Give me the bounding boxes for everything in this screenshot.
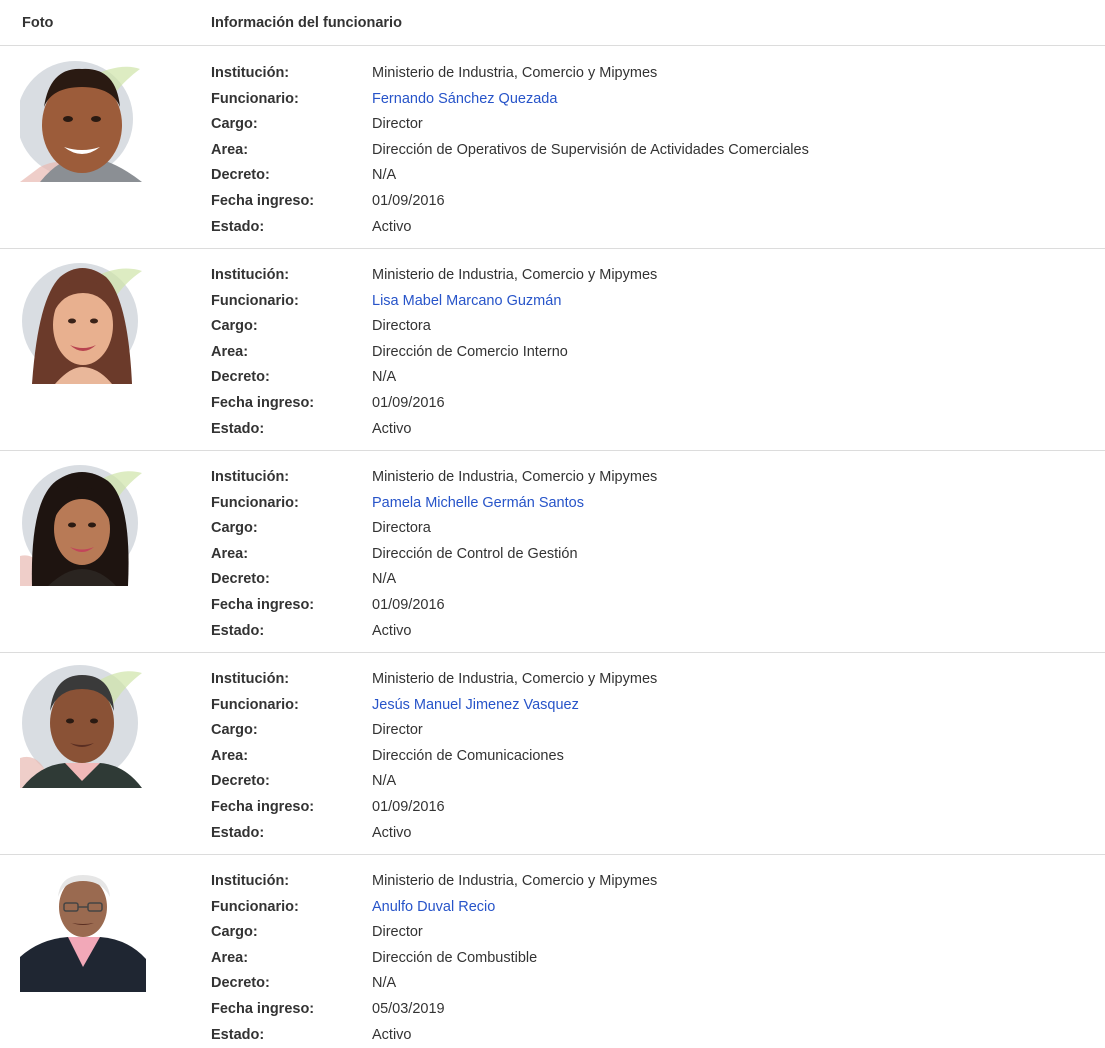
table-row: Institución: Ministerio de Industria, Com… (0, 855, 1105, 1048)
value-estado: Activo (372, 824, 412, 841)
value-area: Dirección de Comunicaciones (372, 747, 564, 764)
label-estado: Estado: (211, 218, 265, 235)
label-area: Area: (211, 747, 249, 764)
label-area: Area: (211, 949, 249, 966)
label-estado: Estado: (211, 420, 265, 437)
table-row: Institución: Ministerio de Industria, Com… (0, 249, 1105, 451)
label-cargo: Cargo: (211, 318, 258, 335)
value-estado: Activo (372, 1026, 412, 1043)
label-fecha-ingreso: Fecha ingreso: (211, 798, 315, 815)
value-decreto: N/A (372, 369, 397, 386)
label-funcionario: Funcionario: (211, 696, 299, 713)
value-estado: Activo (372, 420, 412, 437)
label-area: Area: (211, 141, 249, 158)
value-fecha-ingreso: 01/09/2016 (372, 596, 445, 613)
value-decreto: N/A (372, 975, 397, 992)
value-cargo: Director (372, 722, 423, 739)
label-institucion: Institución: (211, 267, 290, 283)
value-estado: Activo (372, 218, 412, 235)
label-decreto: Decreto: (211, 975, 270, 992)
column-header-foto: Foto (22, 15, 54, 31)
value-decreto: N/A (372, 167, 397, 184)
value-institucion: Ministerio de Industria, Comercio y Mipy… (372, 267, 658, 283)
table-header: Foto Información del funcionario (0, 0, 1105, 46)
value-cargo: Director (372, 116, 423, 133)
value-cargo: Directora (372, 318, 431, 335)
label-fecha-ingreso: Fecha ingreso: (211, 394, 315, 411)
table-row: Institución: Ministerio de Industria, Com… (0, 653, 1105, 855)
value-estado: Activo (372, 622, 412, 639)
label-estado: Estado: (211, 824, 265, 841)
official-name-link[interactable]: Fernando Sánchez Quezada (372, 87, 557, 113)
label-area: Area: (211, 343, 249, 360)
label-decreto: Decreto: (211, 167, 270, 184)
label-institucion: Institución: (211, 469, 290, 485)
value-area: Dirección de Control de Gestión (372, 545, 578, 562)
label-cargo: Cargo: (211, 722, 258, 739)
label-cargo: Cargo: (211, 924, 258, 941)
label-area: Area: (211, 545, 249, 562)
value-institucion: Ministerio de Industria, Comercio y Mipy… (372, 873, 658, 889)
value-fecha-ingreso: 01/09/2016 (372, 394, 445, 411)
official-name-link[interactable]: Lisa Mabel Marcano Guzmán (372, 289, 561, 315)
label-funcionario: Funcionario: (211, 292, 299, 309)
official-photo (20, 57, 146, 182)
official-photo (20, 663, 146, 788)
label-cargo: Cargo: (211, 116, 258, 133)
official-name-link[interactable]: Anulfo Duval Recio (372, 895, 495, 921)
value-cargo: Director (372, 924, 423, 941)
official-photo (20, 867, 146, 992)
value-area: Dirección de Combustible (372, 949, 538, 966)
official-photo (20, 461, 146, 586)
label-estado: Estado: (211, 622, 265, 639)
value-cargo: Directora (372, 520, 431, 537)
label-institucion: Institución: (211, 671, 290, 687)
value-area: Dirección de Operativos de Supervisión d… (372, 141, 809, 158)
label-institucion: Institución: (211, 873, 290, 889)
label-decreto: Decreto: (211, 369, 270, 386)
label-fecha-ingreso: Fecha ingreso: (211, 596, 315, 613)
label-fecha-ingreso: Fecha ingreso: (211, 1000, 315, 1017)
label-estado: Estado: (211, 1026, 265, 1043)
table-row: Institución: Ministerio de Industria, Com… (0, 47, 1105, 249)
value-fecha-ingreso: 01/09/2016 (372, 798, 445, 815)
official-name-link[interactable]: Pamela Michelle Germán Santos (372, 491, 584, 517)
value-institucion: Ministerio de Industria, Comercio y Mipy… (372, 469, 658, 485)
label-fecha-ingreso: Fecha ingreso: (211, 192, 315, 209)
official-name-link[interactable]: Jesús Manuel Jimenez Vasquez (372, 693, 579, 719)
label-funcionario: Funcionario: (211, 898, 299, 915)
table-row: Institución: Ministerio de Industria, Com… (0, 451, 1105, 653)
value-institucion: Ministerio de Industria, Comercio y Mipy… (372, 671, 658, 687)
label-cargo: Cargo: (211, 520, 258, 537)
label-funcionario: Funcionario: (211, 90, 299, 107)
column-header-info: Información del funcionario (211, 15, 402, 31)
value-decreto: N/A (372, 571, 397, 588)
value-decreto: N/A (372, 773, 397, 790)
official-photo (20, 259, 146, 384)
label-decreto: Decreto: (211, 773, 270, 790)
value-fecha-ingreso: 05/03/2019 (372, 1000, 445, 1017)
label-institucion: Institución: (211, 65, 290, 81)
value-institucion: Ministerio de Industria, Comercio y Mipy… (372, 65, 658, 81)
label-decreto: Decreto: (211, 571, 270, 588)
label-funcionario: Funcionario: (211, 494, 299, 511)
value-area: Dirección de Comercio Interno (372, 343, 568, 360)
value-fecha-ingreso: 01/09/2016 (372, 192, 445, 209)
